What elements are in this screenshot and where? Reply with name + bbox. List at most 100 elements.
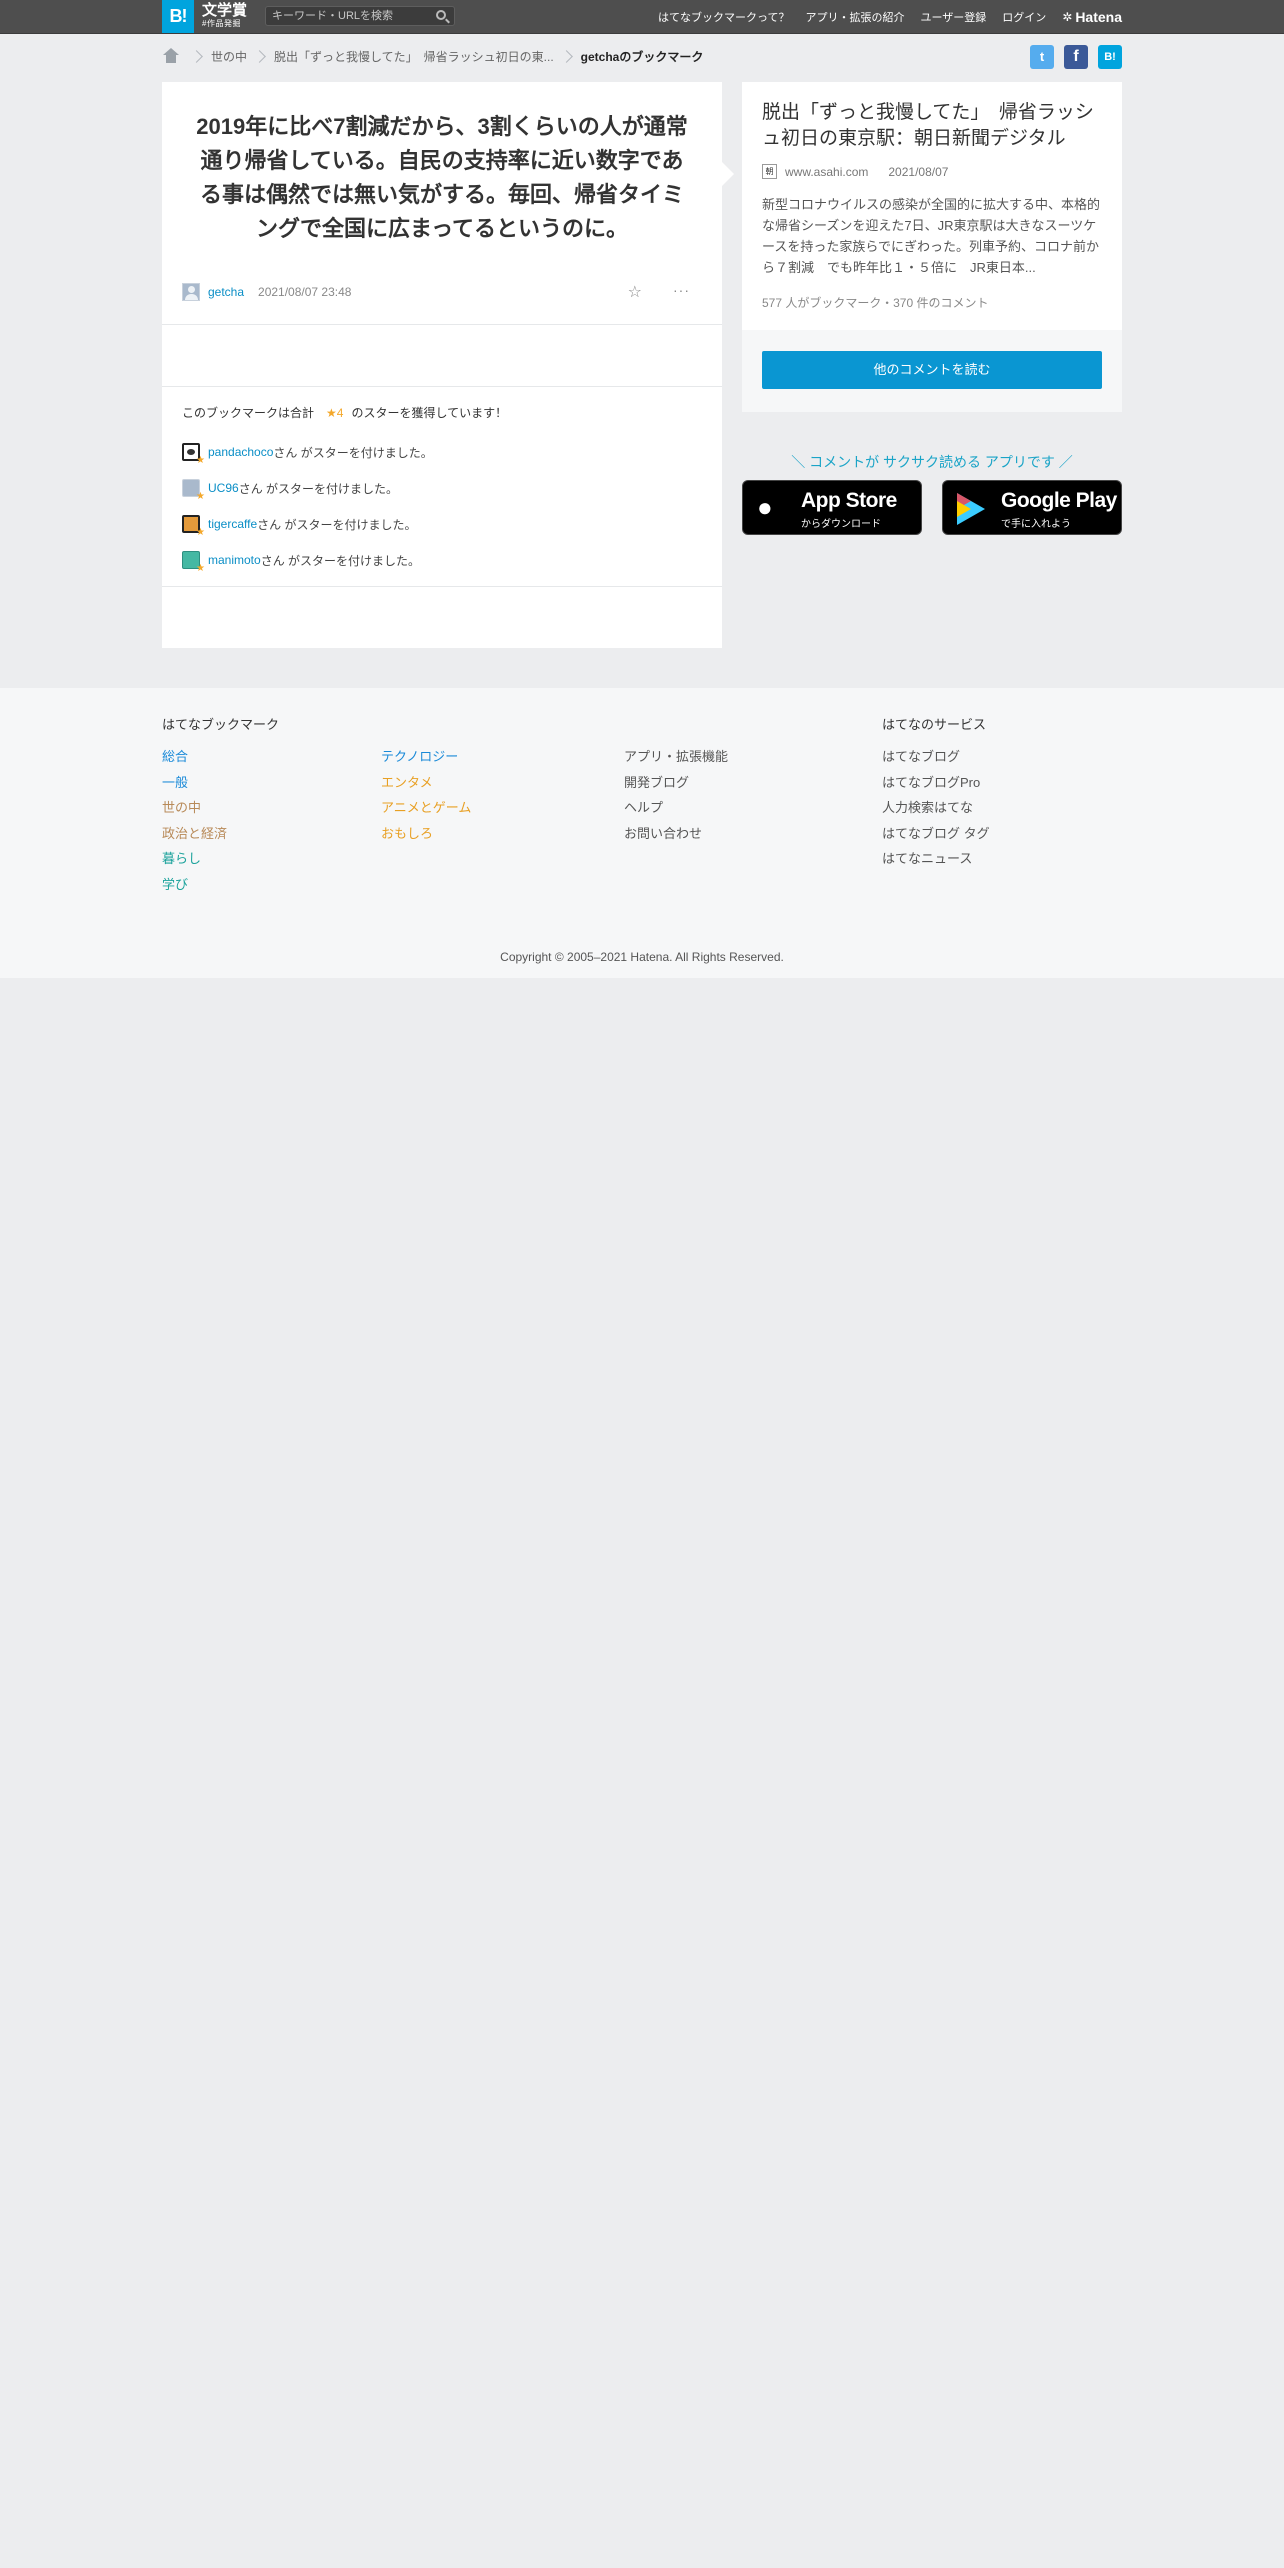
star-icon: ★ xyxy=(196,455,205,466)
footer-link-hatena-blog-pro[interactable]: はてなブログPro xyxy=(882,775,980,790)
app-store-sublabel: からダウンロード xyxy=(801,519,881,530)
footer-link-technology[interactable]: テクノロジー xyxy=(381,749,458,764)
star-icon: ★ xyxy=(196,527,205,538)
star-user-link[interactable]: tigercaffe xyxy=(208,517,257,531)
footer-services-list: はてなブログ はてなブログPro 人力検索はてな はてなブログ タグ はてなニュ… xyxy=(882,744,990,872)
hatena-symbol-icon: ✲ xyxy=(1062,9,1073,24)
star-user-avatar[interactable]: ★ xyxy=(182,551,205,574)
star-user-row: ★ manimoto さん がスターを付けました。 xyxy=(182,549,421,574)
footer-link-contact[interactable]: お問い合わせ xyxy=(624,826,702,841)
bookmark-user-link[interactable]: getcha xyxy=(208,285,244,299)
search-input[interactable] xyxy=(272,8,422,24)
footer-link-life[interactable]: 暮らし xyxy=(162,851,201,866)
nav-apps[interactable]: アプリ・拡張の紹介 xyxy=(805,9,904,25)
entry-meta: 朝 www.asahi.com 2021/08/07 xyxy=(762,164,948,179)
footer-link-jinriki[interactable]: 人力検索はてな xyxy=(882,800,973,815)
copyright: Copyright © 2005–2021 Hatena. All Rights… xyxy=(500,950,784,964)
footer-heading-bookmark: はてなブックマーク xyxy=(162,717,280,732)
search-icon[interactable] xyxy=(436,10,446,20)
stars-summary: このブックマークは合計 ★4 のスターを獲得しています！ xyxy=(182,404,507,421)
divider xyxy=(162,586,722,587)
hatena-bookmark-logo[interactable]: B! xyxy=(162,0,194,33)
star-user-row: ★ tigercaffe さん がスターを付けました。 xyxy=(182,513,417,538)
star-user-link[interactable]: manimoto xyxy=(208,553,261,567)
star-user-avatar[interactable]: ★ xyxy=(182,443,205,466)
top-header: B! 文学賞 #作品発掘 はてなブックマークって？ アプリ・拡張の紹介 ユーザー… xyxy=(0,0,1284,34)
footer-link-entertainment[interactable]: エンタメ xyxy=(381,775,433,790)
home-icon[interactable] xyxy=(162,48,180,64)
award-banner[interactable]: 文学賞 #作品発掘 xyxy=(202,2,262,32)
chevron-right-icon xyxy=(559,49,573,63)
footer: はてなブックマーク はてなのサービス 総合 一般 世の中 政治と経済 暮らし 学… xyxy=(0,688,1284,978)
nav-login[interactable]: ログイン xyxy=(1002,9,1046,25)
footer-link-general[interactable]: 一般 xyxy=(162,775,188,790)
footer-link-fun[interactable]: おもしろ xyxy=(381,826,433,841)
breadcrumb-current: getchaのブックマーク xyxy=(580,49,704,64)
breadcrumb-category[interactable]: 世の中 xyxy=(211,48,247,65)
footer-link-learning[interactable]: 学び xyxy=(162,877,188,892)
user-avatar[interactable] xyxy=(182,283,200,301)
more-menu-icon[interactable]: ··· xyxy=(673,282,690,298)
apple-icon: ● xyxy=(757,492,773,522)
app-store-badge[interactable]: ● App Store からダウンロード xyxy=(742,480,922,535)
google-play-sublabel: で手に入れよう xyxy=(1001,519,1071,530)
star-user-row: ★ pandachoco さん がスターを付けました。 xyxy=(182,441,433,466)
star-user-row: ★ UC96 さん がスターを付けました。 xyxy=(182,477,399,502)
footer-category-list: 総合 一般 世の中 政治と経済 暮らし 学び xyxy=(162,744,227,898)
footer-link-hatena-blog[interactable]: はてなブログ xyxy=(882,749,960,764)
add-star-icon[interactable]: ☆ xyxy=(628,282,642,302)
stars-total: ★4 xyxy=(326,405,344,420)
share-buttons: t f B! xyxy=(1020,45,1122,69)
star-user-text: さん がスターを付けました。 xyxy=(260,553,421,568)
app-store-label: App Store xyxy=(801,489,897,512)
hatena-logo[interactable]: ✲ Hatena xyxy=(1062,9,1122,25)
site-favicon-icon: 朝 xyxy=(762,164,777,179)
stars-summary-prefix: このブックマークは合計 xyxy=(182,406,315,420)
footer-link-hatena-news[interactable]: はてなニュース xyxy=(882,851,972,866)
nav-about[interactable]: はてなブックマークって？ xyxy=(658,9,789,25)
entry-domain-link[interactable]: www.asahi.com xyxy=(785,165,868,179)
footer-info-list: アプリ・拡張機能 開発ブログ ヘルプ お問い合わせ xyxy=(624,744,728,846)
footer-link-dev-blog[interactable]: 開発ブログ xyxy=(624,775,689,790)
google-play-badge[interactable]: Google Play で手に入れよう xyxy=(942,480,1122,535)
footer-link-help[interactable]: ヘルプ xyxy=(624,800,663,815)
entry-stats: 577 人がブックマーク・370 件のコメント xyxy=(762,296,989,310)
breadcrumb-entry[interactable]: 脱出「ずっと我慢してた」 帰省ラッシュ初日の東... xyxy=(274,48,554,65)
star-user-text: さん がスターを付けました。 xyxy=(257,517,417,532)
stars-summary-suffix: のスターを獲得しています！ xyxy=(351,406,508,420)
footer-link-politics[interactable]: 政治と経済 xyxy=(162,826,227,841)
star-user-text: さん がスターを付けました。 xyxy=(273,445,433,460)
footer-link-all[interactable]: 総合 xyxy=(162,749,188,764)
star-icon: ★ xyxy=(196,563,205,574)
entry-title-link[interactable]: 脱出「ずっと我慢してた」 帰省ラッシュ初日の東京駅：朝日新聞デジタル xyxy=(762,100,1102,152)
award-title: 文学賞 xyxy=(202,2,248,19)
read-other-comments-button[interactable]: 他のコメントを読む xyxy=(762,351,1102,389)
star-user-avatar[interactable]: ★ xyxy=(182,479,205,502)
footer-category-list-2: テクノロジー エンタメ アニメとゲーム おもしろ xyxy=(381,744,471,846)
divider xyxy=(162,324,722,325)
app-promo-text: ＼ コメントが サクサク読める アプリです ／ xyxy=(791,454,1073,470)
star-user-link[interactable]: pandachoco xyxy=(208,445,273,459)
facebook-share-icon[interactable]: f xyxy=(1064,45,1088,69)
star-icon: ★ xyxy=(196,491,205,502)
bookmark-comment: 2019年に比べ7割減だから、3割くらいの人が通常通り帰省している。自民の支持率… xyxy=(196,114,688,241)
divider xyxy=(162,386,722,387)
star-user-link[interactable]: UC96 xyxy=(208,481,239,495)
twitter-share-icon[interactable]: t xyxy=(1030,45,1054,69)
footer-link-society[interactable]: 世の中 xyxy=(162,800,201,815)
footer-link-anime-game[interactable]: アニメとゲーム xyxy=(381,800,471,815)
bookmark-date: 2021/08/07 23:48 xyxy=(258,285,352,299)
entry-card-footer: 他のコメントを読む xyxy=(742,330,1122,412)
hatena-logo-text: Hatena xyxy=(1075,8,1122,25)
footer-link-apps[interactable]: アプリ・拡張機能 xyxy=(624,749,728,764)
hatena-bookmark-share-icon[interactable]: B! xyxy=(1098,45,1122,69)
entry-card: 脱出「ずっと我慢してた」 帰省ラッシュ初日の東京駅：朝日新聞デジタル 朝 www… xyxy=(742,82,1122,412)
star-user-avatar[interactable]: ★ xyxy=(182,515,205,538)
star-user-text: さん がスターを付けました。 xyxy=(238,481,399,496)
bookmark-meta: getcha 2021/08/07 23:48 ☆ ··· xyxy=(182,282,702,302)
footer-link-blog-tag[interactable]: はてなブログ タグ xyxy=(882,826,990,841)
nav-register[interactable]: ユーザー登録 xyxy=(920,9,986,25)
bookmark-card: 2019年に比べ7割減だから、3割くらいの人が通常通り帰省している。自民の支持率… xyxy=(162,82,734,648)
google-play-label: Google Play xyxy=(1001,489,1117,512)
search-box xyxy=(265,6,455,26)
